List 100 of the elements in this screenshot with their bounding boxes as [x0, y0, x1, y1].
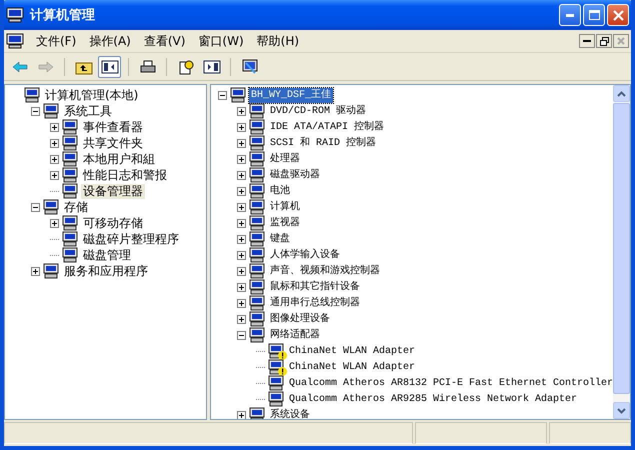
computer-icon — [249, 263, 265, 279]
computer-icon — [43, 199, 59, 215]
tree-item[interactable]: BH_WY_DSF_王佳 — [249, 88, 334, 102]
tree-item[interactable]: 事件查看器 — [81, 120, 145, 134]
tree-item[interactable]: Qualcomm Atheros AR8132 PCI-E Fast Ethernet Controller — [287, 376, 613, 390]
tree-item[interactable]: 人体学输入设备 — [268, 248, 342, 262]
computer-icon — [249, 151, 265, 167]
tree-item[interactable]: IDE ATA/ATAPI 控制器 — [268, 120, 386, 134]
expand-toggle[interactable] — [50, 154, 59, 164]
expand-toggle[interactable] — [237, 410, 246, 419]
expand-toggle[interactable] — [237, 122, 246, 132]
expand-toggle[interactable] — [237, 106, 246, 116]
computer-icon — [249, 167, 265, 183]
expand-toggle[interactable] — [237, 170, 246, 180]
computer-icon — [249, 103, 265, 119]
expand-toggle[interactable] — [50, 138, 59, 148]
tree-item[interactable]: 电池 — [268, 184, 292, 198]
computer-icon — [249, 231, 265, 247]
tree-item[interactable]: 磁盘碎片整理程序 — [81, 232, 181, 246]
tree-item[interactable]: 网络适配器 — [268, 328, 322, 342]
tree-item[interactable]: 声音、视频和游戏控制器 — [268, 264, 382, 278]
expand-toggle[interactable] — [237, 314, 246, 324]
pane-icon — [202, 58, 220, 74]
computer-icon — [62, 135, 78, 151]
scroll-down-button[interactable] — [613, 402, 630, 419]
computer-icon — [249, 311, 265, 327]
computer-icon — [249, 247, 265, 263]
expand-toggle[interactable] — [237, 154, 246, 164]
expand-toggle[interactable] — [237, 234, 246, 244]
tree-item[interactable]: DVD/CD-ROM 驱动器 — [268, 104, 368, 118]
expand-toggle[interactable] — [237, 186, 246, 196]
maximize-icon — [588, 10, 600, 20]
computer-icon[interactable] — [6, 33, 24, 49]
chevron-up-icon — [617, 90, 626, 96]
toolbar-button[interactable] — [98, 56, 121, 78]
expand-toggle[interactable] — [237, 138, 246, 148]
menu-item[interactable]: 操作(A) — [85, 32, 140, 50]
tree-item[interactable]: 系统设备 — [268, 408, 312, 419]
tree-item[interactable]: 服务和应用程序 — [62, 264, 150, 278]
tree-item[interactable]: 键盘 — [268, 232, 292, 246]
minimize-button[interactable] — [579, 34, 595, 48]
tree-connector-line — [50, 190, 60, 192]
computer-icon — [62, 119, 78, 135]
menu-item[interactable]: 帮助(H) — [252, 32, 308, 50]
tree-item[interactable]: 处理器 — [268, 152, 302, 166]
tree-item[interactable]: 鼠标和其它指针设备 — [268, 280, 362, 294]
tree-item[interactable]: Qualcomm Atheros AR9285 Wireless Network Adapter — [287, 392, 580, 406]
tree-item[interactable]: 通用串行总线控制器 — [268, 296, 362, 310]
expand-toggle[interactable] — [237, 266, 246, 276]
expand-toggle[interactable] — [50, 122, 59, 132]
expand-toggle[interactable] — [31, 266, 40, 276]
expand-toggle[interactable] — [31, 202, 40, 212]
computer-icon — [62, 215, 78, 231]
expand-toggle[interactable] — [50, 218, 59, 228]
expand-toggle[interactable] — [237, 330, 246, 340]
tree-connector-line — [256, 382, 266, 384]
tree-item[interactable]: 设备管理器 — [81, 184, 145, 198]
tree-item[interactable]: 性能日志和警报 — [81, 168, 169, 182]
expand-toggle[interactable] — [237, 218, 246, 228]
computer-icon — [62, 167, 78, 183]
tree-item[interactable]: SCSI 和 RAID 控制器 — [268, 136, 378, 150]
tree-pane-icon — [100, 58, 118, 74]
menu-item[interactable]: 文件(F) — [32, 32, 86, 50]
expand-toggle[interactable] — [237, 202, 246, 212]
tree-item[interactable]: 可移动存储 — [81, 216, 145, 230]
window-title: 计算机管理 — [30, 7, 95, 24]
expand-toggle[interactable] — [218, 90, 227, 100]
computer-icon — [62, 231, 78, 247]
tree-item[interactable]: 存储 — [62, 200, 90, 214]
menu-item[interactable]: 窗口(W) — [194, 32, 253, 50]
computer-icon — [249, 183, 265, 199]
tree-item[interactable]: 共享文件夹 — [81, 136, 145, 150]
tree-item[interactable]: 系统工具 — [62, 104, 114, 118]
tree-item[interactable]: 本地用户和組 — [81, 152, 157, 166]
scroll-up-button[interactable] — [613, 85, 630, 102]
computer-icon — [249, 295, 265, 311]
expand-toggle[interactable] — [50, 170, 59, 180]
tree-item[interactable]: 磁盘驱动器 — [268, 168, 322, 182]
computer-icon — [249, 199, 265, 215]
computer-icon — [6, 7, 24, 23]
restore-button[interactable] — [596, 34, 612, 48]
computer-icon — [268, 375, 284, 391]
tree-item[interactable]: 计算机管理(本地) — [43, 88, 140, 102]
menu-item[interactable]: 查看(V) — [140, 32, 194, 50]
expand-toggle[interactable] — [31, 106, 40, 116]
computer-icon — [249, 279, 265, 295]
tree-item[interactable]: 计算机 — [268, 200, 302, 214]
tree-item[interactable]: ChinaNet WLAN Adapter — [287, 344, 418, 358]
tree-item[interactable]: 图像处理设备 — [268, 312, 332, 326]
tree-item[interactable]: 监视器 — [268, 216, 302, 230]
computer-icon — [24, 87, 40, 103]
computer-icon — [249, 407, 265, 419]
expand-toggle[interactable] — [237, 298, 246, 308]
expand-toggle[interactable] — [237, 250, 246, 260]
computer-icon — [249, 327, 265, 343]
computer-icon — [62, 151, 78, 167]
expand-toggle[interactable] — [237, 282, 246, 292]
tree-item[interactable]: 磁盘管理 — [81, 248, 133, 262]
maximize-button[interactable] — [583, 4, 605, 26]
tree-item[interactable]: ChinaNet WLAN Adapter — [287, 360, 418, 374]
